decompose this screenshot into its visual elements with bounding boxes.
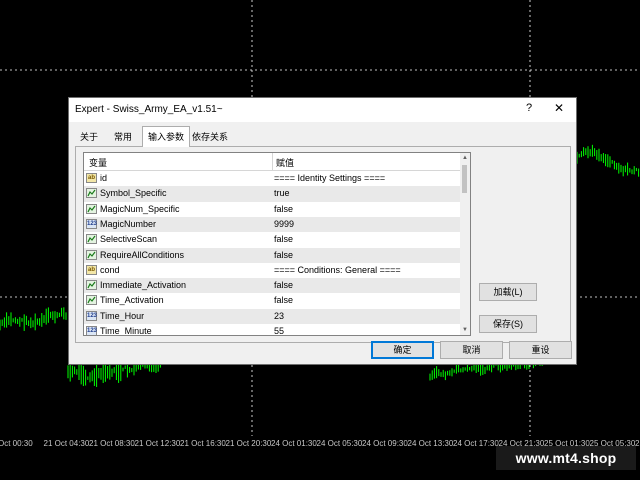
time-axis-label: 21 Oct 04:30 <box>43 439 90 448</box>
ok-button[interactable]: 确定 <box>371 341 434 359</box>
variable-name: SelectiveScan <box>100 234 158 245</box>
variable-value[interactable]: false <box>274 232 293 247</box>
scroll-thumb[interactable] <box>462 165 467 193</box>
table-row[interactable]: 123 Time_Hour 23 <box>84 308 460 324</box>
expert-properties-dialog: Expert - Swiss_Army_EA_v1.51~ ? ✕ 关于 常用 … <box>68 97 577 365</box>
dialog-titlebar[interactable]: Expert - Swiss_Army_EA_v1.51~ ? ✕ <box>69 98 576 122</box>
scroll-down-icon[interactable]: ▼ <box>460 325 470 335</box>
variable-name: Time_Minute <box>100 326 152 336</box>
variable-name: Time_Activation <box>100 295 164 306</box>
table-row[interactable]: MagicNum_Specific false <box>84 202 460 217</box>
string-type-icon: ab <box>86 173 97 183</box>
boolean-type-icon <box>86 188 97 199</box>
time-axis-label: 24 Oct 17:30 <box>453 439 499 448</box>
variable-value[interactable]: ==== Identity Settings ==== <box>274 171 385 186</box>
tab-about[interactable]: 关于 <box>75 128 103 146</box>
variable-name: id <box>100 173 108 183</box>
variable-name: RequireAllConditions <box>100 249 185 260</box>
integer-type-icon: 123 <box>86 326 98 335</box>
table-row[interactable]: Time_Activation false <box>84 293 460 308</box>
boolean-type-icon <box>86 280 97 291</box>
variable-value[interactable]: false <box>274 293 293 308</box>
load-button[interactable]: 加载(L) <box>479 283 537 301</box>
dialog-title: Expert - Swiss_Army_EA_v1.51~ <box>75 104 223 115</box>
boolean-type-icon <box>86 249 97 260</box>
column-header-variable[interactable]: 变量 <box>89 156 107 169</box>
tab-common[interactable]: 常用 <box>109 128 137 146</box>
variable-value[interactable]: false <box>274 248 293 263</box>
table-row[interactable]: 123 Time_Minute 55 <box>84 324 460 336</box>
reset-button[interactable]: 重设 <box>509 341 572 359</box>
variable-value[interactable]: 23 <box>274 309 284 324</box>
boolean-type-icon <box>86 295 97 306</box>
table-row[interactable]: Symbol_Specific true <box>84 186 460 202</box>
boolean-type-icon <box>86 234 97 245</box>
variable-value[interactable]: 9999 <box>274 217 294 232</box>
string-type-icon: ab <box>86 264 97 275</box>
variable-name: Immediate_Activation <box>100 280 187 291</box>
table-row[interactable]: ab id ==== Identity Settings ==== <box>84 171 460 186</box>
time-axis-label: 24 Oct 01:30 <box>271 439 317 448</box>
time-axis-label: Oct 00:30 <box>0 439 33 448</box>
variable-value[interactable]: ==== Conditions: General ==== <box>274 263 401 278</box>
time-axis-label: 24 Oct 13:30 <box>407 439 454 448</box>
table-row[interactable]: RequireAllConditions false <box>84 247 460 263</box>
time-axis-label: 21 Oct 12:30 <box>134 439 181 448</box>
watermark: www.mt4.shop <box>496 446 636 470</box>
variable-name: MagicNum_Specific <box>100 203 180 214</box>
table-row[interactable]: SelectiveScan false <box>84 232 460 247</box>
help-button[interactable]: ? <box>526 102 532 114</box>
variable-value[interactable]: false <box>274 202 293 217</box>
table-header: 变量 赋值 <box>84 153 460 171</box>
vertical-scrollbar[interactable]: ▲ ▼ <box>460 153 470 335</box>
integer-type-icon: 123 <box>86 310 98 321</box>
scroll-up-icon[interactable]: ▲ <box>460 153 470 163</box>
table-row[interactable]: ab cond ==== Conditions: General ==== <box>84 263 460 278</box>
table-row[interactable]: Immediate_Activation false <box>84 278 460 294</box>
column-header-value[interactable]: 赋值 <box>276 156 294 169</box>
variable-name: cond <box>100 264 120 275</box>
variable-name: Symbol_Specific <box>100 188 167 199</box>
variable-name: MagicNumber <box>100 218 157 229</box>
time-axis-label: 21 Oct 08:30 <box>89 439 135 448</box>
inputs-table: 变量 赋值 ab id ==== Identity Settings ==== Sym… <box>83 152 471 336</box>
column-divider[interactable] <box>272 153 273 170</box>
tab-inputs[interactable]: 输入参数 <box>142 126 191 147</box>
tab-dependencies[interactable]: 依存关系 <box>187 128 233 146</box>
boolean-type-icon <box>86 203 97 214</box>
time-axis-label: 21 Oct 20:30 <box>225 439 272 448</box>
close-button[interactable]: ✕ <box>554 101 564 115</box>
variable-name: Time_Hour <box>100 310 145 321</box>
variable-value[interactable]: false <box>274 278 293 293</box>
save-button[interactable]: 保存(S) <box>479 315 537 333</box>
time-axis-label: 21 Oct 16:30 <box>180 439 226 448</box>
cancel-button[interactable]: 取消 <box>440 341 503 359</box>
time-axis-label: 24 Oct 09:30 <box>362 439 408 448</box>
time-axis-label: 24 Oct 05:30 <box>316 439 363 448</box>
integer-type-icon: 123 <box>86 218 98 229</box>
variable-value[interactable]: 55 <box>274 324 284 335</box>
table-row[interactable]: 123 MagicNumber 9999 <box>84 216 460 233</box>
variable-value[interactable]: true <box>274 186 290 201</box>
